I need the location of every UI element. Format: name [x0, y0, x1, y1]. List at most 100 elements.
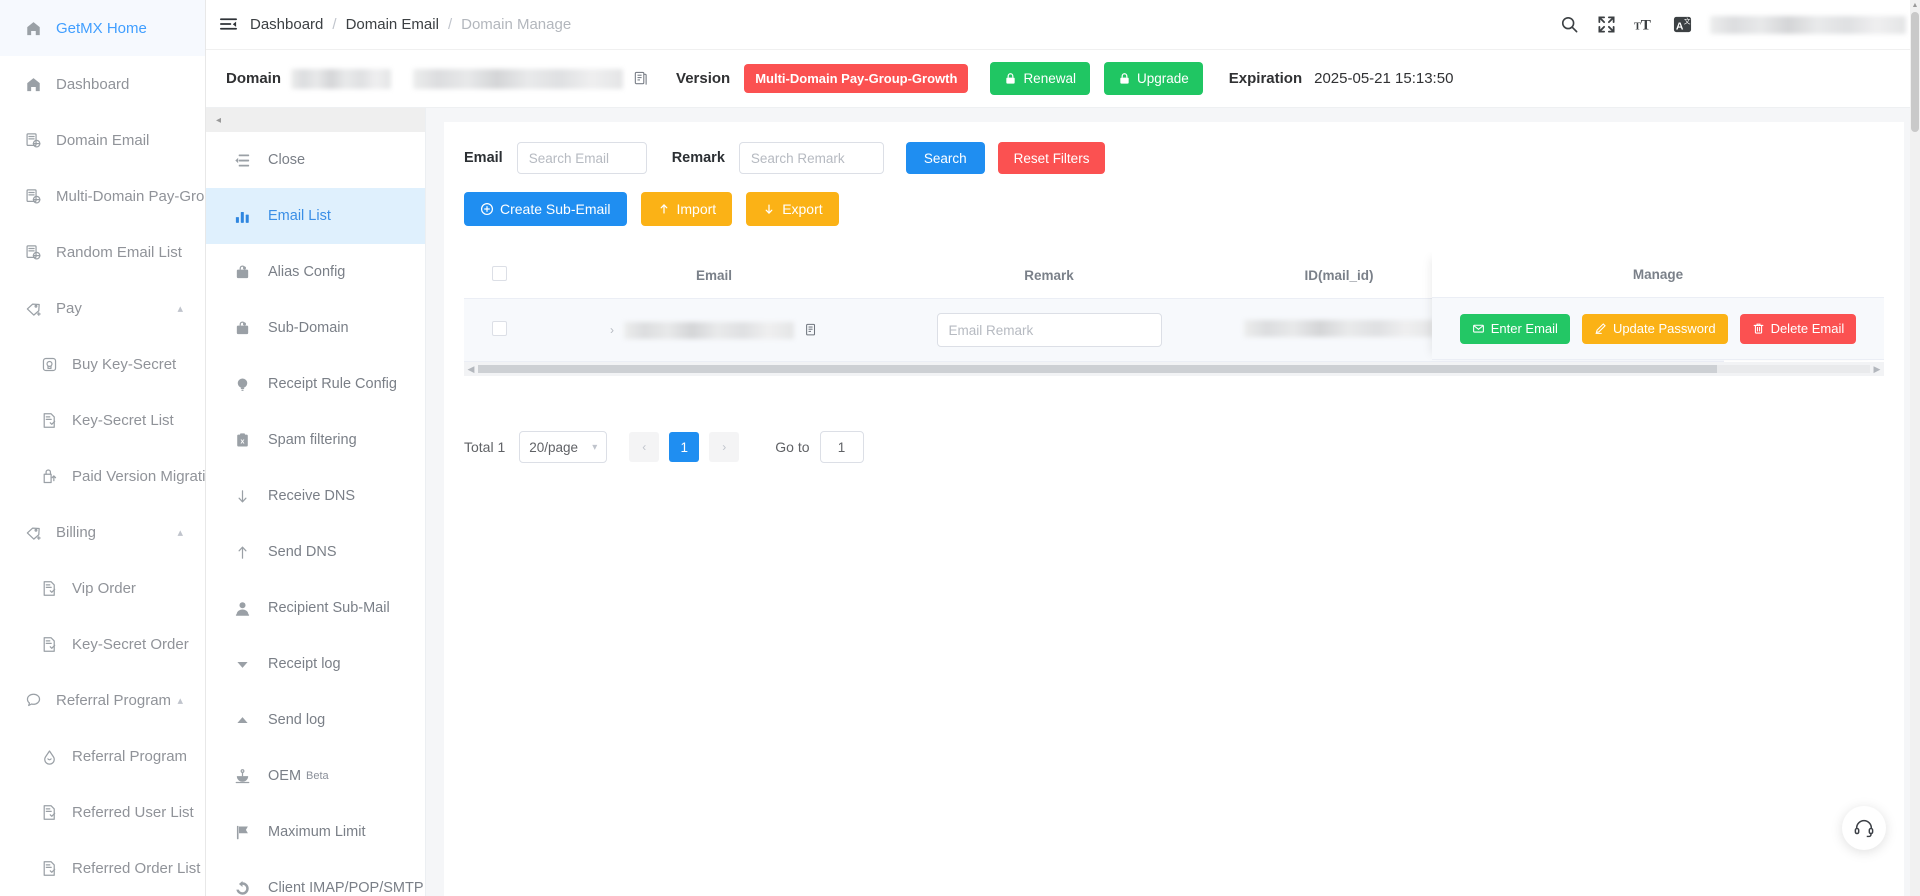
svg-text:T: T	[1641, 16, 1651, 33]
sidebar-item-domain-email[interactable]: Domain Email	[0, 112, 205, 168]
sidebar-item-label: Random Email List	[56, 243, 182, 261]
prev-page-button[interactable]: ‹	[629, 432, 660, 462]
main-column: Dashboard / Domain Email / Domain Manage	[206, 0, 1920, 896]
sidebar-item-dashboard[interactable]: Dashboard	[0, 56, 205, 112]
page-size-select[interactable]: 20/page ▾	[519, 431, 608, 463]
inner-menu-item-maximum-limit[interactable]: Maximum Limit	[206, 804, 425, 860]
inner-menu-item-receive-dns[interactable]: Receive DNS	[206, 468, 425, 524]
enter-email-button[interactable]: Enter Email	[1459, 313, 1570, 344]
domain-icon	[22, 244, 44, 261]
sidebar-item-key-secret-order[interactable]: Key-Secret Order	[0, 616, 205, 672]
scrollbar-track[interactable]	[478, 365, 1870, 373]
breadcrumb-domain-email[interactable]: Domain Email	[346, 16, 439, 33]
inner-menu-item-email-list[interactable]: Email List	[206, 188, 425, 244]
sidebar-item-getmx-home[interactable]: GetMX Home	[0, 0, 205, 56]
sidebar-item-label: Vip Order	[72, 579, 136, 597]
fullscreen-icon[interactable]	[1597, 15, 1616, 34]
row-checkbox[interactable]	[491, 321, 507, 336]
search-button[interactable]: Search	[905, 142, 985, 174]
renewal-button[interactable]: Renewal	[990, 62, 1090, 95]
inner-menu-item-oem[interactable]: OEM Beta	[206, 748, 425, 804]
select-all-checkbox[interactable]	[491, 266, 507, 281]
inner-menu-item-label: Send DNS	[268, 544, 337, 560]
scroll-left-arrow[interactable]: ◀	[464, 364, 478, 375]
sidebar-item-referral-program[interactable]: Referral Program	[0, 728, 205, 784]
breadcrumb: Dashboard / Domain Email / Domain Manage	[250, 16, 571, 33]
chevron-up-icon[interactable]: ▴	[177, 694, 183, 707]
search-email-input[interactable]	[516, 142, 647, 174]
breadcrumb-dashboard[interactable]: Dashboard	[250, 16, 323, 33]
inner-menu-item-alias-config[interactable]: Alias Config	[206, 244, 425, 300]
inner-menu-item-receipt-rule-config[interactable]: Receipt Rule Config	[206, 356, 425, 412]
inner-menu-item-sub-domain[interactable]: Sub-Domain	[206, 300, 425, 356]
content-area: ◂ Close Email List Alias Config Sub-Domain R…	[206, 108, 1920, 896]
sidebar-item-multi-domain-pay-group[interactable]: Multi-Domain Pay-Group	[0, 168, 205, 224]
update-password-button[interactable]: Update Password	[1581, 313, 1728, 344]
pay-icon	[22, 300, 44, 317]
list-icon	[38, 804, 60, 821]
sidebar-item-label: Key-Secret List	[72, 411, 174, 429]
inner-menu-item-recipient-sub-mail[interactable]: Recipient Sub-Mail	[206, 580, 425, 636]
sidebar-item-referred-user-list[interactable]: Referred User List	[0, 784, 205, 840]
user-account-redacted[interactable]	[1710, 15, 1906, 34]
search-icon[interactable]	[1560, 15, 1579, 34]
translate-icon[interactable]: A 文	[1673, 15, 1692, 34]
inner-menu-item-label: Spam filtering	[268, 432, 357, 448]
inner-menu-item-close[interactable]: Close	[206, 132, 425, 188]
copy-icon[interactable]	[804, 323, 818, 337]
goto-page-input[interactable]	[819, 431, 864, 463]
svg-text:A: A	[1676, 21, 1684, 32]
chevron-right-icon[interactable]: ›	[610, 323, 614, 337]
support-chat-button[interactable]	[1842, 806, 1886, 850]
inner-menu-item-label: Close	[268, 152, 306, 168]
top-header: Dashboard / Domain Email / Domain Manage	[206, 0, 1920, 50]
svg-text:x: x	[241, 437, 245, 445]
table-horizontal-scrollbar[interactable]: ◀ ▶	[464, 362, 1884, 376]
menu-fold-icon[interactable]	[206, 15, 250, 34]
scroll-right-arrow[interactable]: ▶	[1870, 364, 1884, 375]
copy-icon[interactable]	[633, 71, 648, 86]
inner-menu-collapse-toggle[interactable]: ◂	[206, 108, 425, 132]
sidebar-item-billing[interactable]: Billing ▴	[0, 504, 205, 560]
enter-email-label: Enter Email	[1490, 321, 1558, 336]
inner-menu-item-send-dns[interactable]: Send DNS	[206, 524, 425, 580]
page-scrollbar[interactable]: ▲	[1910, 0, 1920, 896]
sidebar-item-random-email-list[interactable]: Random Email List	[0, 224, 205, 280]
delete-email-button[interactable]: Delete Email	[1739, 313, 1857, 344]
inner-menu-item-label: Email List	[268, 208, 331, 224]
headset-icon	[1854, 820, 1874, 838]
inner-menu-item-client-imap-pop-smtp[interactable]: Client IMAP/POP/SMTP	[206, 860, 425, 896]
inner-menu-item-receipt-log[interactable]: Receipt log	[206, 636, 425, 692]
sidebar-item-buy-key-secret[interactable]: Buy Key-Secret	[0, 336, 205, 392]
page-scroll-thumb[interactable]	[1911, 12, 1919, 132]
scrollbar-thumb[interactable]	[478, 365, 1717, 373]
sidebar-item-paid-version-migration[interactable]: Paid Version Migration	[0, 448, 205, 504]
email-remark-input[interactable]	[936, 313, 1162, 347]
sidebar-item-key-secret-list[interactable]: Key-Secret List	[0, 392, 205, 448]
lock-icon	[1120, 73, 1129, 84]
sidebar-item-pay[interactable]: Pay ▴	[0, 280, 205, 336]
expiration-label: Expiration	[1228, 70, 1303, 87]
page-1-button[interactable]: 1	[669, 432, 700, 462]
font-size-icon[interactable]: T T	[1634, 15, 1655, 34]
sidebar-item-referral-program[interactable]: Referral Program ▴	[0, 672, 205, 728]
chevron-up-icon[interactable]: ▴	[177, 526, 183, 539]
export-button[interactable]: Export	[746, 192, 839, 226]
reset-filters-button[interactable]: Reset Filters	[997, 142, 1106, 174]
sidebar-item-label: Domain Email	[56, 131, 150, 149]
sidebar-item-label: Dashboard	[56, 75, 130, 93]
chevron-up-icon[interactable]: ▴	[177, 302, 183, 315]
sidebar-item-referred-order-list[interactable]: Referred Order List	[0, 840, 205, 896]
upgrade-button[interactable]: Upgrade	[1103, 62, 1203, 95]
inner-menu-item-spam-filtering[interactable]: x Spam filtering	[206, 412, 425, 468]
create-sub-email-button[interactable]: Create Sub-Email	[464, 192, 627, 226]
sidebar-item-vip-order[interactable]: Vip Order	[0, 560, 205, 616]
search-remark-input[interactable]	[738, 142, 884, 174]
chevron-down-icon: ▾	[592, 441, 598, 453]
next-page-button[interactable]: ›	[709, 432, 740, 462]
import-button[interactable]: Import	[640, 192, 733, 226]
inner-menu-item-send-log[interactable]: Send log	[206, 692, 425, 748]
page-scroll-up-arrow[interactable]: ▲	[1910, 0, 1920, 10]
download-icon	[765, 204, 773, 214]
pagination: Total 1 20/page ▾ ‹ 1 › Go to	[444, 376, 1904, 463]
